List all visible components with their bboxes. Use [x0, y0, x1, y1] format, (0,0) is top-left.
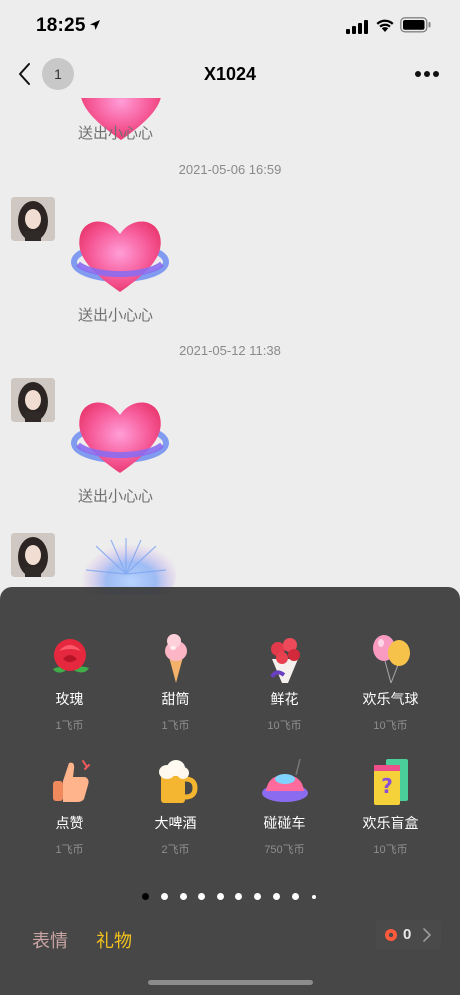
- gift-price: 1飞币: [55, 720, 84, 732]
- gift-name: 碰碰车: [263, 815, 306, 831]
- gift-name: 鲜花: [270, 691, 299, 707]
- page-dot[interactable]: [273, 893, 280, 900]
- gift-price: 10飞币: [373, 720, 408, 732]
- page-dot[interactable]: [217, 893, 224, 900]
- avatar-portrait-icon: [11, 378, 55, 422]
- gift-price: 750飞币: [264, 844, 305, 856]
- message-timestamp: 2021-05-06 16:59: [178, 162, 282, 177]
- mystery-box-icon: ?: [373, 759, 408, 805]
- avatar[interactable]: [11, 533, 55, 577]
- status-bar: 18:25: [0, 0, 460, 50]
- message-timestamp: 2021-05-12 11:38: [179, 343, 281, 358]
- heart-sticker-icon: [71, 221, 169, 292]
- chat-title: X1024: [203, 64, 257, 84]
- gift-name: 玫瑰: [55, 691, 84, 707]
- home-indicator: [148, 980, 313, 985]
- page-dot[interactable]: [142, 893, 149, 900]
- firework-sticker-icon: [76, 536, 176, 594]
- cellular-signal-icon: [346, 20, 368, 34]
- location-arrow-icon: [90, 20, 100, 30]
- page-dot[interactable]: [254, 893, 261, 900]
- battery-icon: [400, 17, 431, 33]
- gift-name: 欢乐气球: [362, 691, 419, 707]
- gift-item-bouquet[interactable]: 鲜花 10飞币: [227, 631, 342, 733]
- page-dot[interactable]: [198, 893, 205, 900]
- bumper-car-icon: [261, 758, 308, 802]
- gift-name: 欢乐盲盒: [362, 815, 419, 831]
- tab-gift[interactable]: 礼物: [96, 927, 132, 953]
- avatar-portrait-icon: [11, 197, 55, 241]
- rose-icon: [52, 639, 89, 673]
- avatar[interactable]: [11, 197, 55, 241]
- balloons-icon: [372, 635, 410, 684]
- thumbs-up-icon: [52, 760, 90, 802]
- message-caption: 送出小心心: [78, 488, 154, 505]
- gift-item-bumper-car[interactable]: 碰碰车 750飞币: [227, 755, 342, 857]
- page-dot[interactable]: [292, 893, 299, 900]
- gift-item-rose[interactable]: 玫瑰 1飞币: [12, 631, 127, 733]
- gift-item-balloons[interactable]: 欢乐气球 10飞币: [333, 631, 448, 733]
- gift-item-ice-cream[interactable]: 甜筒 1飞币: [118, 631, 233, 733]
- gift-panel: 玫瑰 1飞币 甜筒 1飞币 鲜花 10飞币 欢乐气球 10飞币 点赞 1飞币 大…: [0, 587, 460, 995]
- tab-emoji[interactable]: 表情: [32, 927, 68, 953]
- ice-cream-icon: [164, 634, 187, 683]
- message-caption: 送出小心心: [78, 307, 154, 324]
- gift-price: 1飞币: [161, 720, 190, 732]
- chevron-right-icon: [423, 928, 431, 942]
- page-dot[interactable]: [235, 893, 242, 900]
- coin-balance: 0: [403, 926, 412, 943]
- bouquet-icon: [269, 638, 300, 683]
- heart-sticker-icon: [71, 402, 169, 473]
- gift-name: 大啤酒: [154, 815, 197, 831]
- gift-price: 1飞币: [55, 844, 84, 856]
- gift-name: 甜筒: [161, 691, 190, 707]
- wifi-icon: [376, 19, 394, 32]
- gift-price: 2飞币: [161, 844, 190, 856]
- gift-price: 10飞币: [373, 844, 408, 856]
- message-caption: 送出小心心: [78, 125, 154, 142]
- avatar-portrait-icon: [11, 533, 55, 577]
- more-options-icon[interactable]: [414, 70, 440, 78]
- gift-item-beer[interactable]: 大啤酒 2飞币: [118, 755, 233, 857]
- page-indicator: [0, 891, 460, 901]
- page-dot[interactable]: [180, 893, 187, 900]
- coin-icon: [385, 929, 397, 941]
- coin-balance-button[interactable]: 0: [376, 920, 441, 950]
- svg-text:?: ?: [381, 774, 393, 798]
- gift-item-thumbs-up[interactable]: 点赞 1飞币: [12, 755, 127, 857]
- beer-icon: [158, 760, 198, 803]
- gift-item-mystery-box[interactable]: ? 欢乐盲盒 10飞币: [333, 755, 448, 857]
- gift-name: 点赞: [55, 815, 84, 831]
- page-dot[interactable]: [161, 893, 168, 900]
- gift-price: 10飞币: [267, 720, 302, 732]
- status-time: 18:25: [36, 15, 86, 36]
- page-dot[interactable]: [312, 895, 316, 899]
- avatar[interactable]: [11, 378, 55, 422]
